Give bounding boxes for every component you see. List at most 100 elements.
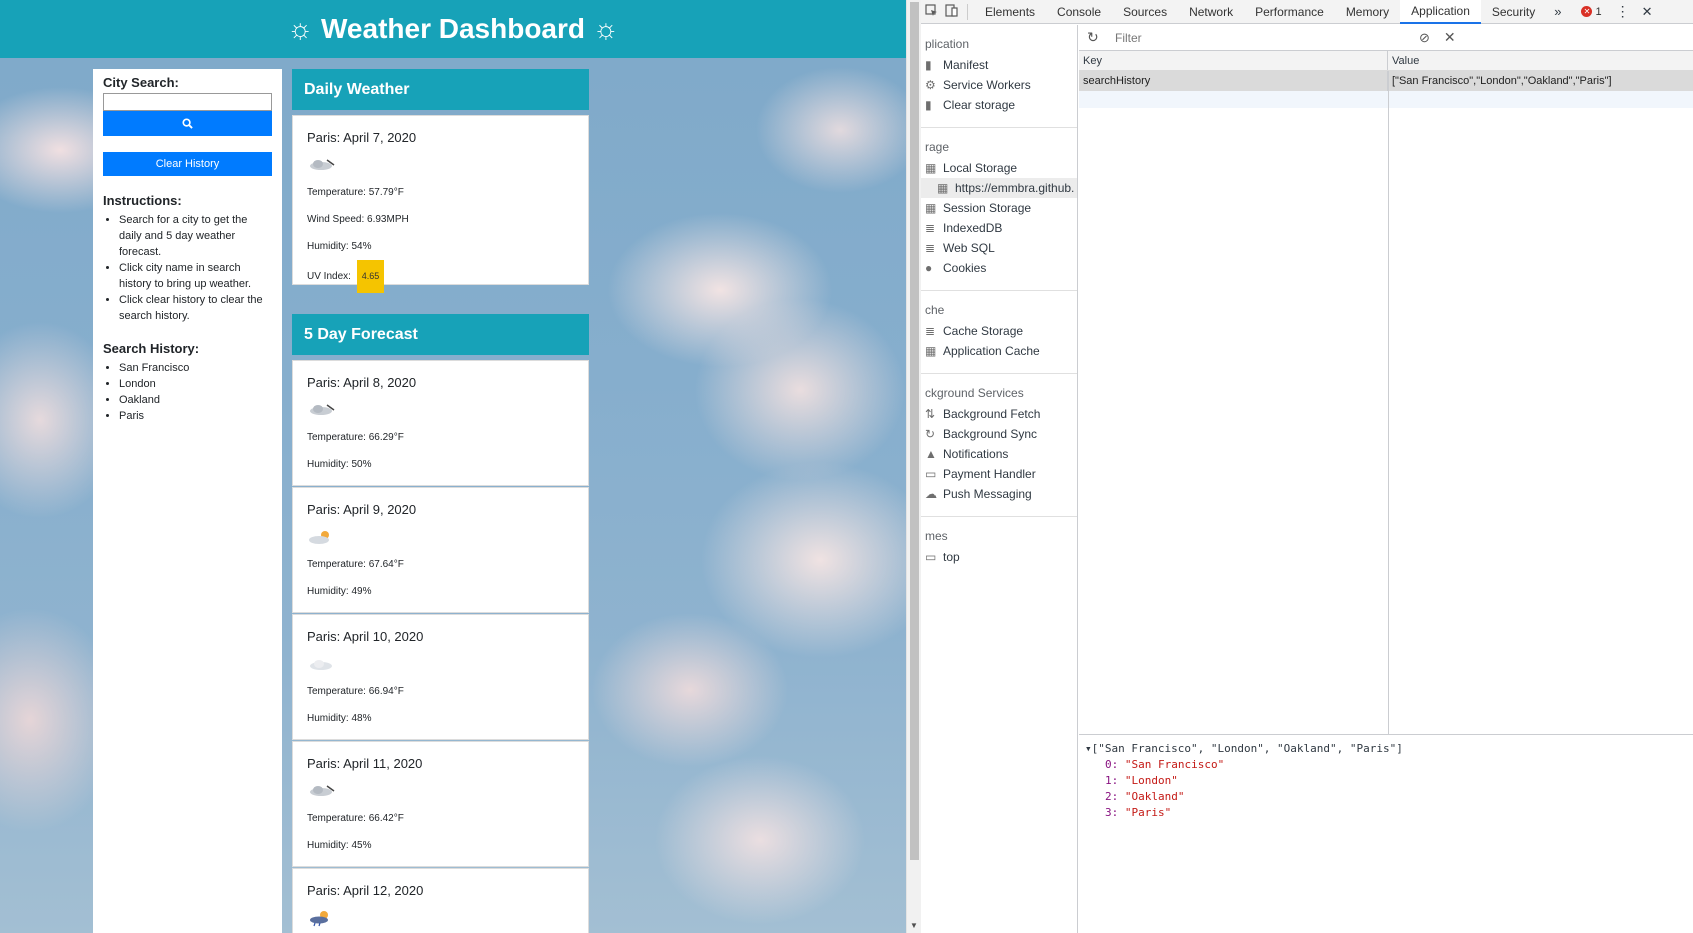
instructions-title: Instructions: bbox=[103, 193, 182, 208]
sidebar-item-session-storage[interactable]: ▦ Session Storage bbox=[921, 198, 1077, 218]
forecast-card: Paris: April 11, 2020 Temperature: 66.42… bbox=[292, 741, 589, 867]
sidebar-item-notifications[interactable]: ▲ Notifications bbox=[921, 444, 1077, 464]
devtools-menu-icon[interactable]: ⋮ bbox=[1616, 3, 1630, 20]
forecast-card: Paris: April 12, 2020 bbox=[292, 868, 589, 933]
card-date: Paris: April 7, 2020 bbox=[307, 130, 417, 145]
city-search-input[interactable] bbox=[103, 93, 272, 111]
section-frames: mes bbox=[925, 529, 948, 543]
divider bbox=[921, 127, 1077, 128]
card-humidity: Humidity: 45% bbox=[307, 840, 372, 851]
sidebar-item-indexeddb[interactable]: ≣ IndexedDB bbox=[921, 218, 1077, 238]
sidebar-item-local-storage[interactable]: ▦ Local Storage bbox=[921, 158, 1077, 178]
devtools-tabbar: Elements Console Sources Network Perform… bbox=[921, 0, 1693, 24]
sidebar-item-background-sync[interactable]: ↻ Background Sync bbox=[921, 424, 1077, 444]
sidebar-item-cookies[interactable]: ● Cookies bbox=[921, 258, 1077, 278]
cookie-icon: ● bbox=[925, 261, 933, 275]
tab-sources[interactable]: Sources bbox=[1112, 0, 1178, 24]
file-icon: ▮ bbox=[925, 58, 932, 72]
daily-weather-card: Paris: April 7, 2020 Temperature: 57.79°… bbox=[292, 115, 589, 293]
sidebar-item-manifest[interactable]: ▮ Manifest bbox=[921, 55, 1077, 75]
history-item-san-francisco[interactable]: San Francisco bbox=[119, 360, 272, 376]
search-icon bbox=[182, 118, 193, 129]
sync-icon: ↻ bbox=[925, 427, 936, 441]
tab-memory[interactable]: Memory bbox=[1335, 0, 1400, 24]
daily-weather-header: Daily Weather bbox=[292, 69, 589, 110]
sidebar-item-clear-storage[interactable]: ▮ Clear storage bbox=[921, 95, 1077, 115]
sidebar-item-cache-storage[interactable]: ≣ Cache Storage bbox=[921, 321, 1077, 341]
sidebar-item-application-cache[interactable]: ▦ Application Cache bbox=[921, 341, 1077, 361]
device-toolbar-icon[interactable] bbox=[941, 3, 961, 20]
sidebar-item-service-workers[interactable]: ⚙ Service Workers bbox=[921, 75, 1077, 95]
card-humidity: Humidity: 50% bbox=[307, 459, 372, 470]
page-scrollbar[interactable]: ▼ bbox=[906, 0, 921, 933]
table-row[interactable]: searchHistory ["San Francisco","London",… bbox=[1079, 71, 1693, 91]
sidebar-item-background-fetch[interactable]: ⇅ Background Fetch bbox=[921, 404, 1077, 424]
section-storage: rage bbox=[925, 140, 950, 154]
delete-selected-icon[interactable]: ✕ bbox=[1444, 29, 1456, 46]
card-humidity: Humidity: 54% bbox=[307, 241, 372, 252]
close-devtools-icon[interactable]: ✕ bbox=[1642, 4, 1653, 20]
tab-application[interactable]: Application bbox=[1400, 0, 1481, 24]
clear-history-button[interactable]: Clear History bbox=[103, 152, 272, 176]
forecast-card: Paris: April 9, 2020 Temperature: 67.64°… bbox=[292, 487, 589, 613]
sidebar-item-web-sql[interactable]: ≣ Web SQL bbox=[921, 238, 1077, 258]
inspect-element-icon[interactable] bbox=[921, 3, 941, 20]
history-item-london[interactable]: London bbox=[119, 376, 272, 392]
sidebar-item-local-storage-origin[interactable]: ▦ https://emmbra.github. bbox=[921, 178, 1077, 198]
expand-triangle-icon[interactable]: ▾ bbox=[1085, 742, 1092, 755]
divider bbox=[921, 290, 1077, 291]
search-button[interactable] bbox=[103, 111, 272, 136]
card-temperature: Temperature: 66.94°F bbox=[307, 686, 404, 697]
card-date: Paris: April 11, 2020 bbox=[307, 756, 423, 771]
value-preview: ▾["San Francisco", "London", "Oakland", … bbox=[1079, 735, 1693, 827]
error-counter[interactable]: ✕ 1 bbox=[1581, 5, 1602, 18]
grid-icon: ▦ bbox=[925, 161, 937, 175]
column-header-key[interactable]: Key bbox=[1079, 51, 1388, 70]
forecast-card: Paris: April 10, 2020 Temperature: 66.94… bbox=[292, 614, 589, 740]
trash-icon: ▮ bbox=[925, 98, 932, 112]
history-item-paris[interactable]: Paris bbox=[119, 408, 272, 424]
uv-label: UV Index: bbox=[307, 271, 351, 282]
filter-input[interactable] bbox=[1111, 27, 1401, 48]
page-scrollbar-thumb[interactable] bbox=[910, 2, 919, 860]
preview-entry: 3: "Paris" bbox=[1105, 806, 1172, 819]
rain-cloud-icon bbox=[307, 396, 574, 424]
more-tabs-icon[interactable]: » bbox=[1546, 4, 1569, 19]
preview-summary[interactable]: ▾["San Francisco", "London", "Oakland", … bbox=[1085, 741, 1687, 757]
grid-icon: ▦ bbox=[925, 201, 937, 215]
rain-cloud-icon bbox=[307, 151, 574, 179]
column-header-value[interactable]: Value bbox=[1388, 51, 1693, 70]
uv-badge: 4.65 bbox=[356, 260, 385, 293]
error-icon: ✕ bbox=[1581, 6, 1593, 17]
error-count: 1 bbox=[1595, 5, 1602, 18]
search-history-title: Search History: bbox=[103, 341, 200, 356]
history-item-oakland[interactable]: Oakland bbox=[119, 392, 272, 408]
card-temperature: Temperature: 57.79°F bbox=[307, 187, 404, 198]
tab-elements[interactable]: Elements bbox=[974, 0, 1046, 24]
tab-security[interactable]: Security bbox=[1481, 0, 1546, 24]
application-sidebar: plication ▮ Manifest ⚙ Service Workers ▮ Cl… bbox=[921, 25, 1078, 933]
tab-console[interactable]: Console bbox=[1046, 0, 1112, 24]
tab-network[interactable]: Network bbox=[1178, 0, 1244, 24]
instructions-list: Search for a city to get the daily and 5… bbox=[103, 212, 272, 324]
sidebar-item-payment-handler[interactable]: ▭ Payment Handler bbox=[921, 464, 1077, 484]
sidebar-item-frame-top[interactable]: ▭ top bbox=[921, 547, 1077, 567]
storage-view: ↻ ⊘ ✕ Key Value searchHistory ["San Fran… bbox=[1079, 25, 1693, 933]
tab-separator bbox=[967, 3, 968, 20]
card-uv-index: UV Index: 4.65 bbox=[307, 260, 574, 293]
scroll-down-arrow-icon[interactable]: ▼ bbox=[910, 921, 918, 930]
empty-row bbox=[1079, 91, 1693, 108]
city-search-label: City Search: bbox=[103, 75, 179, 90]
tab-performance[interactable]: Performance bbox=[1244, 0, 1335, 24]
section-application: plication bbox=[925, 37, 970, 51]
instruction-item: Click clear history to clear the search … bbox=[119, 292, 272, 324]
instruction-item: Click city name in search history to bri… bbox=[119, 260, 272, 292]
refresh-icon[interactable]: ↻ bbox=[1087, 29, 1105, 46]
storage-toolbar: ↻ ⊘ ✕ bbox=[1079, 25, 1693, 51]
section-background-services: ckground Services bbox=[925, 386, 1024, 400]
database-icon: ≣ bbox=[925, 221, 936, 235]
table-header: Key Value bbox=[1079, 51, 1693, 71]
clear-all-icon[interactable]: ⊘ bbox=[1419, 30, 1430, 46]
page-title: Weather Dashboard bbox=[321, 13, 585, 44]
sidebar-item-push-messaging[interactable]: ☁ Push Messaging bbox=[921, 484, 1077, 504]
